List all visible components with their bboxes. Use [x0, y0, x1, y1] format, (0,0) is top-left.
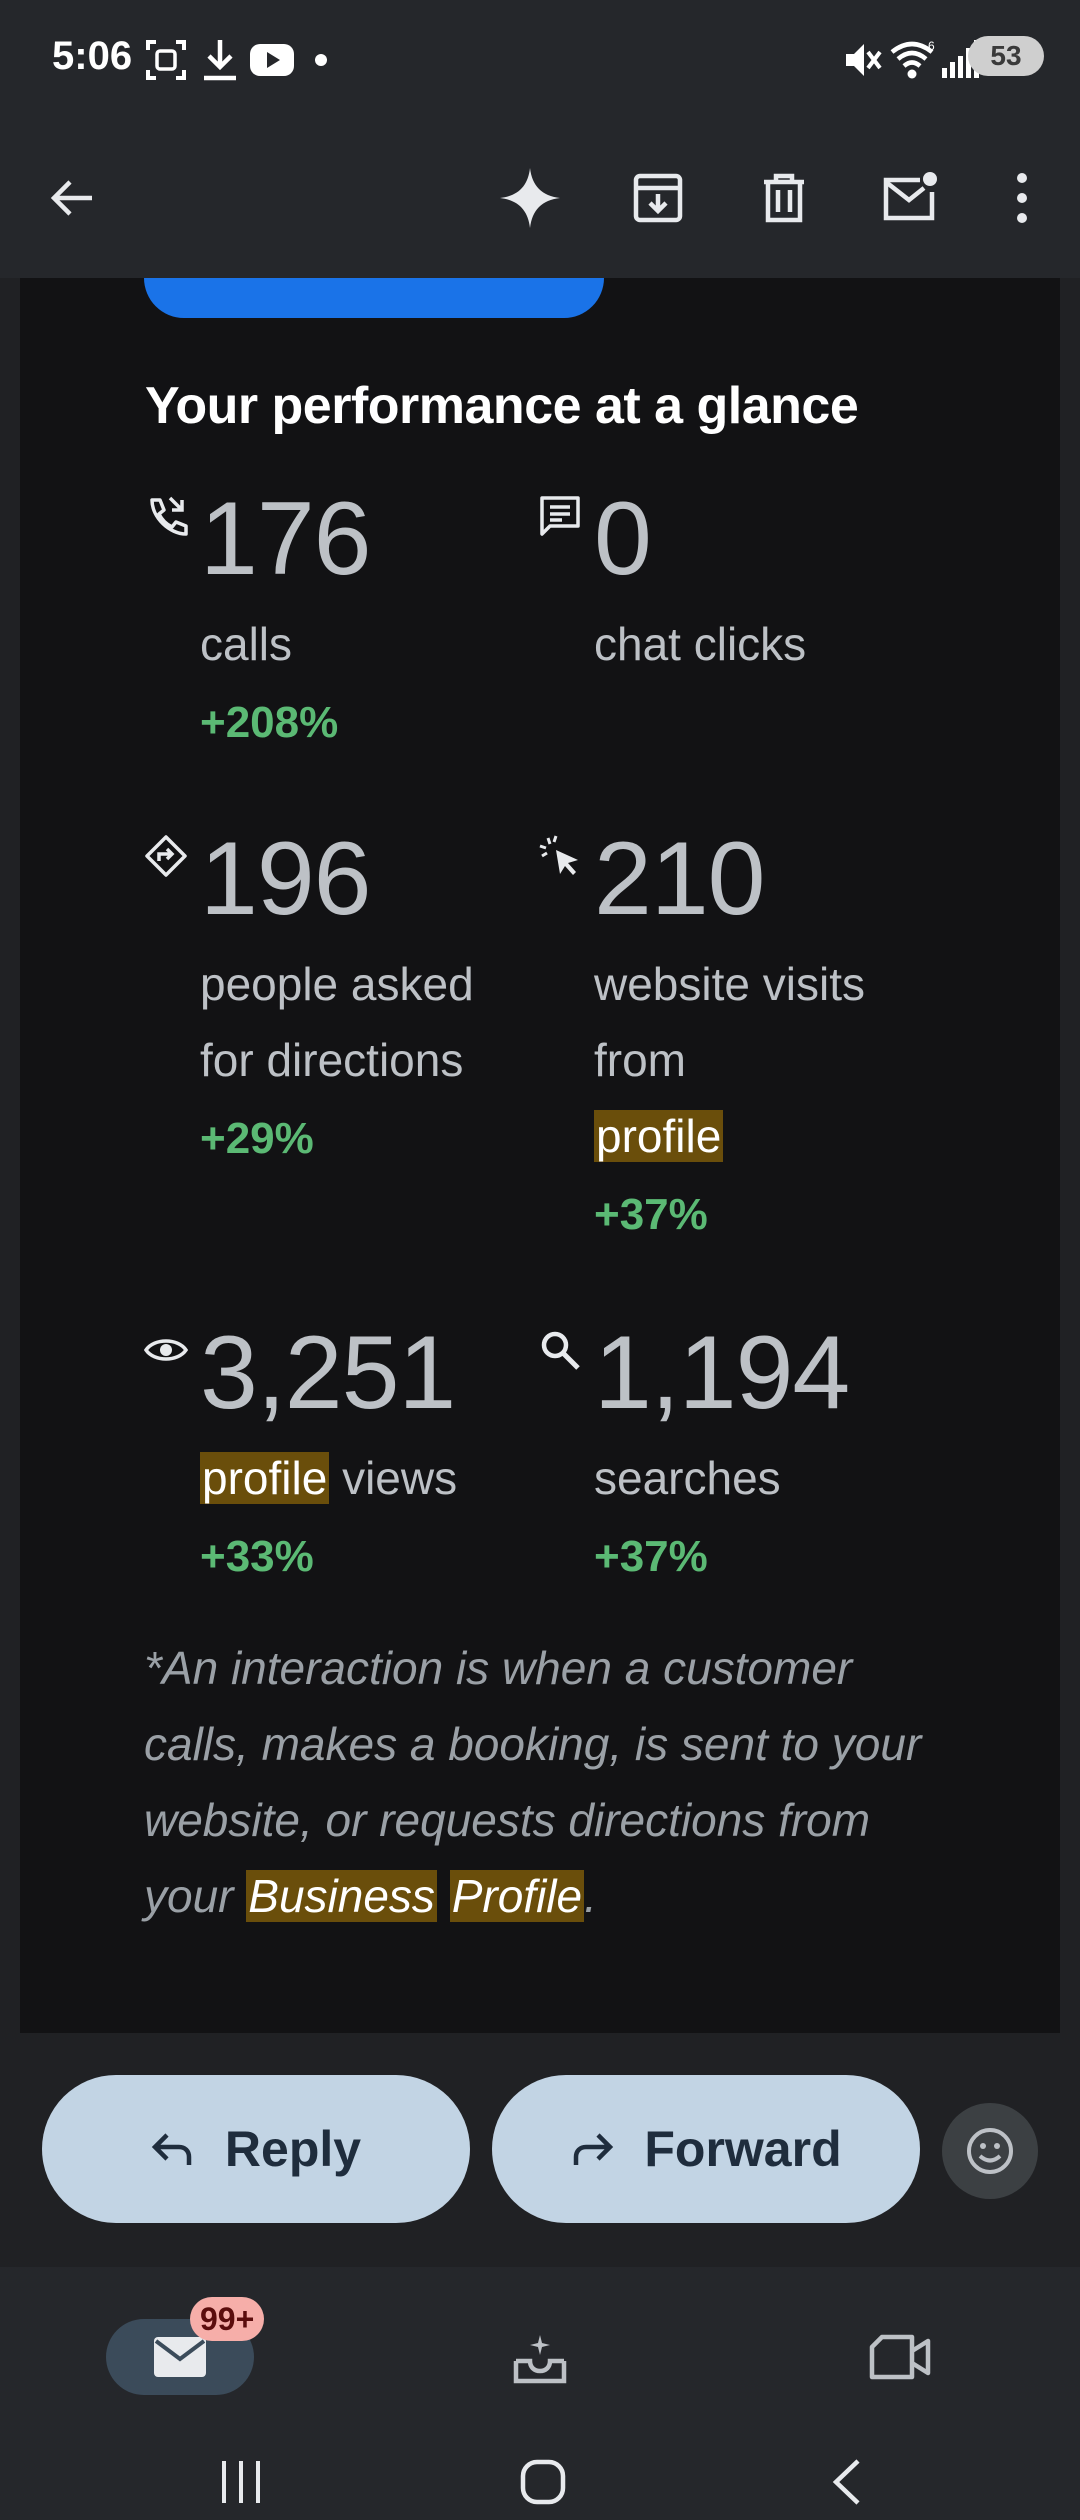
label-line: people asked [200, 958, 474, 1010]
back-arrow-icon [50, 180, 92, 216]
more-options-button[interactable] [984, 160, 1060, 236]
metric-value: 196 [200, 821, 372, 937]
forward-button[interactable]: Forward [492, 2075, 920, 2223]
email-body: Your performance at a glance 176 calls +… [20, 278, 1060, 2033]
archive-icon [633, 173, 683, 223]
label-suffix: views [329, 1452, 458, 1504]
metric-label: people asked for directions [200, 946, 540, 1098]
metric-label: chat clicks [594, 618, 807, 670]
section-heading: Your performance at a glance [145, 377, 859, 435]
reply-label: Reply [224, 2121, 362, 2177]
recent-apps-icon[interactable] [216, 2457, 266, 2507]
battery-icon: 53 [968, 36, 1044, 76]
eye-icon [144, 1339, 188, 1361]
home-icon[interactable] [518, 2457, 568, 2507]
smiley-icon [967, 2128, 1013, 2174]
screenshot-icon [146, 40, 186, 80]
gemini-button[interactable] [492, 160, 568, 236]
metric-value: 3,251 [200, 1315, 456, 1431]
delete-button[interactable] [746, 160, 822, 236]
bottom-navigation: 99+ [0, 2267, 1080, 2520]
highlighted-word: Business [246, 1870, 437, 1922]
cta-button[interactable] [144, 278, 604, 318]
label-line: from [594, 1034, 686, 1086]
highlighted-word: Profile [449, 1870, 585, 1922]
metric-change: +29% [200, 1114, 314, 1163]
archive-button[interactable] [620, 160, 696, 236]
metric-value: 210 [594, 821, 766, 937]
more-vert-icon [1017, 173, 1027, 223]
chat-icon [540, 496, 580, 536]
metric-label: searches [594, 1452, 781, 1504]
reply-icon [151, 2133, 192, 2165]
reply-action-bar: Reply Forward [0, 2033, 1080, 2267]
video-camera-icon [869, 2334, 931, 2380]
gemini-sparkle-icon [500, 168, 560, 228]
forward-icon [574, 2133, 614, 2165]
phone-icon [150, 496, 188, 536]
footnote-end: . [584, 1870, 597, 1922]
emoji-reaction-button[interactable] [942, 2103, 1038, 2199]
mail-icon [154, 2337, 206, 2377]
nav-meet-tab[interactable] [868, 2331, 932, 2388]
forward-label: Forward [644, 2121, 842, 2177]
back-button[interactable] [34, 160, 110, 236]
email-toolbar [0, 120, 1080, 278]
metric-change: +37% [594, 1190, 708, 1239]
svg-text:6: 6 [928, 39, 935, 53]
label-line: for directions [200, 1034, 464, 1086]
unread-count-badge: 99+ [190, 2297, 265, 2341]
metric-label: profile views [200, 1440, 540, 1516]
wifi-icon: 6 [890, 39, 935, 79]
delete-icon [764, 173, 804, 223]
metric-value: 0 [594, 481, 652, 597]
metric-value: 1,194 [594, 1315, 850, 1431]
nav-shared-tab[interactable] [510, 2331, 570, 2392]
search-icon [541, 1331, 580, 1370]
status-bar: 5:06 6 53 [0, 0, 1080, 120]
dot-icon [315, 54, 327, 66]
reply-button[interactable]: Reply [42, 2075, 470, 2223]
click-icon [539, 835, 578, 875]
metric-label: calls [200, 618, 293, 670]
metric-change: +37% [594, 1532, 708, 1581]
metric-change: +33% [200, 1532, 314, 1581]
mute-icon [846, 44, 882, 76]
interaction-footnote: *An interaction is when a customer calls… [144, 1630, 964, 1934]
directions-icon [145, 835, 187, 877]
download-icon [204, 40, 236, 81]
metric-label: website visits from profile [594, 946, 934, 1174]
highlighted-word: profile [200, 1452, 330, 1504]
status-time: 5:06 [52, 34, 133, 78]
label-line: website visits [594, 958, 865, 1010]
system-back-icon[interactable] [822, 2457, 872, 2507]
highlighted-word: profile [594, 1110, 724, 1162]
metric-value: 176 [200, 481, 372, 597]
metric-change: +208% [200, 698, 339, 747]
inbox-share-icon [513, 2335, 567, 2384]
mark-unread-icon [883, 172, 937, 221]
mark-unread-button[interactable] [872, 160, 948, 236]
youtube-icon [250, 44, 294, 76]
